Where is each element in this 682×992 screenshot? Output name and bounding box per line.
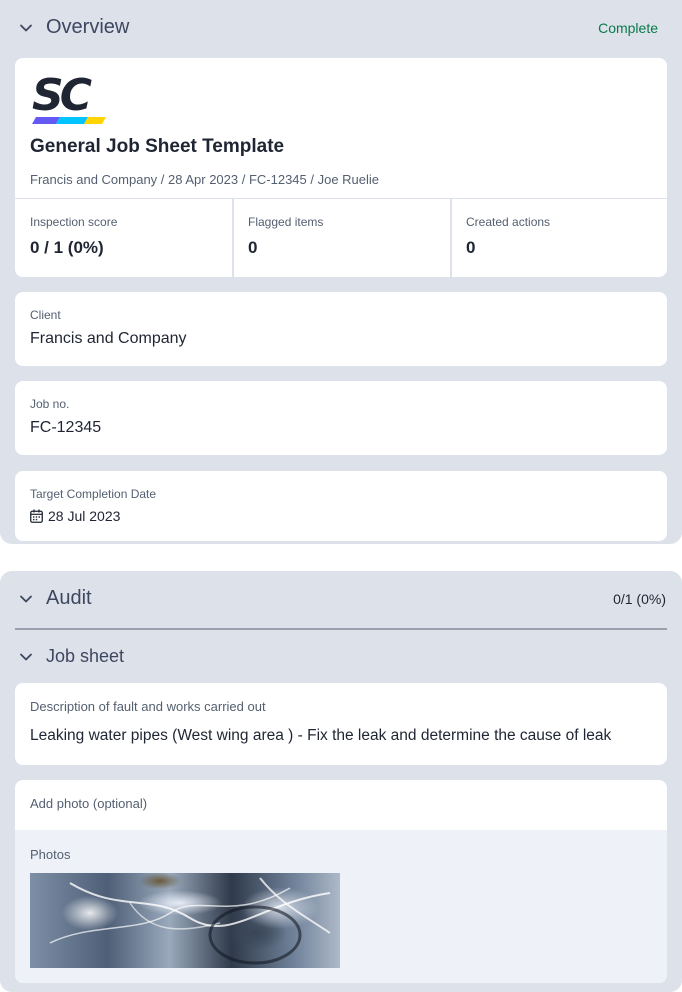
client-field[interactable]: Client Francis and Company (15, 292, 667, 366)
job-no-label: Job no. (30, 397, 70, 411)
job-no-field[interactable]: Job no. FC-12345 (15, 381, 667, 455)
photo-field: Add photo (optional) Photos (15, 780, 667, 983)
stat-value: 0 (248, 238, 258, 257)
stat-value: 0 / 1 (0%) (30, 238, 104, 257)
chevron-down-icon[interactable] (19, 21, 33, 35)
job-no-value: FC-12345 (30, 419, 102, 436)
target-date-value: 28 Jul 2023 (48, 508, 121, 524)
photos-panel: Photos (15, 830, 667, 983)
photo-thumbnail[interactable] (30, 873, 340, 968)
company-logo: SC (30, 70, 110, 126)
job-sheet-header[interactable]: Job sheet (19, 646, 682, 667)
description-label: Description of fault and works carried o… (30, 699, 266, 714)
stat-value: 0 (466, 238, 476, 257)
chevron-down-icon[interactable] (19, 592, 33, 606)
description-value: Leaking water pipes (West wing area ) - … (30, 727, 612, 744)
stat-label: Created actions (466, 215, 551, 229)
template-header-card: SC General Job Sheet Template Francis an… (15, 58, 667, 198)
job-sheet-title: Job sheet (46, 646, 125, 666)
audit-divider (15, 628, 667, 630)
client-label: Client (30, 308, 61, 322)
status-badge: Complete (598, 20, 658, 36)
add-photo-label[interactable]: Add photo (optional) (30, 796, 147, 811)
stat-created-actions: Created actions 0 (451, 199, 667, 277)
template-title: General Job Sheet Template (30, 136, 285, 157)
svg-text:SC: SC (32, 72, 92, 121)
overview-section: Overview Complete SC General Job Sheet T… (0, 0, 682, 544)
overview-header[interactable]: Overview (19, 16, 682, 39)
audit-header[interactable]: Audit (19, 587, 682, 610)
target-date-field[interactable]: Target Completion Date 28 Jul 2023 (15, 471, 667, 541)
stats-row: Inspection score 0 / 1 (0%) Flagged item… (15, 199, 667, 277)
audit-section: Audit 0/1 (0%) Job sheet Description of … (0, 571, 682, 992)
description-field[interactable]: Description of fault and works carried o… (15, 683, 667, 765)
target-date-row: 28 Jul 2023 (30, 508, 652, 524)
target-date-label: Target Completion Date (30, 487, 157, 501)
chevron-down-icon[interactable] (19, 650, 33, 664)
audit-score: 0/1 (0%) (613, 591, 666, 607)
photos-label: Photos (30, 847, 71, 862)
stat-label: Inspection score (30, 215, 118, 229)
calendar-icon (30, 509, 43, 523)
audit-title: Audit (46, 587, 92, 609)
client-value: Francis and Company (30, 330, 187, 347)
stat-label: Flagged items (248, 215, 324, 229)
inspection-meta: Francis and Company / 28 Apr 2023 / FC-1… (30, 172, 380, 187)
stat-inspection-score: Inspection score 0 / 1 (0%) (15, 199, 232, 277)
overview-title: Overview (46, 16, 130, 38)
stat-flagged-items: Flagged items 0 (233, 199, 450, 277)
